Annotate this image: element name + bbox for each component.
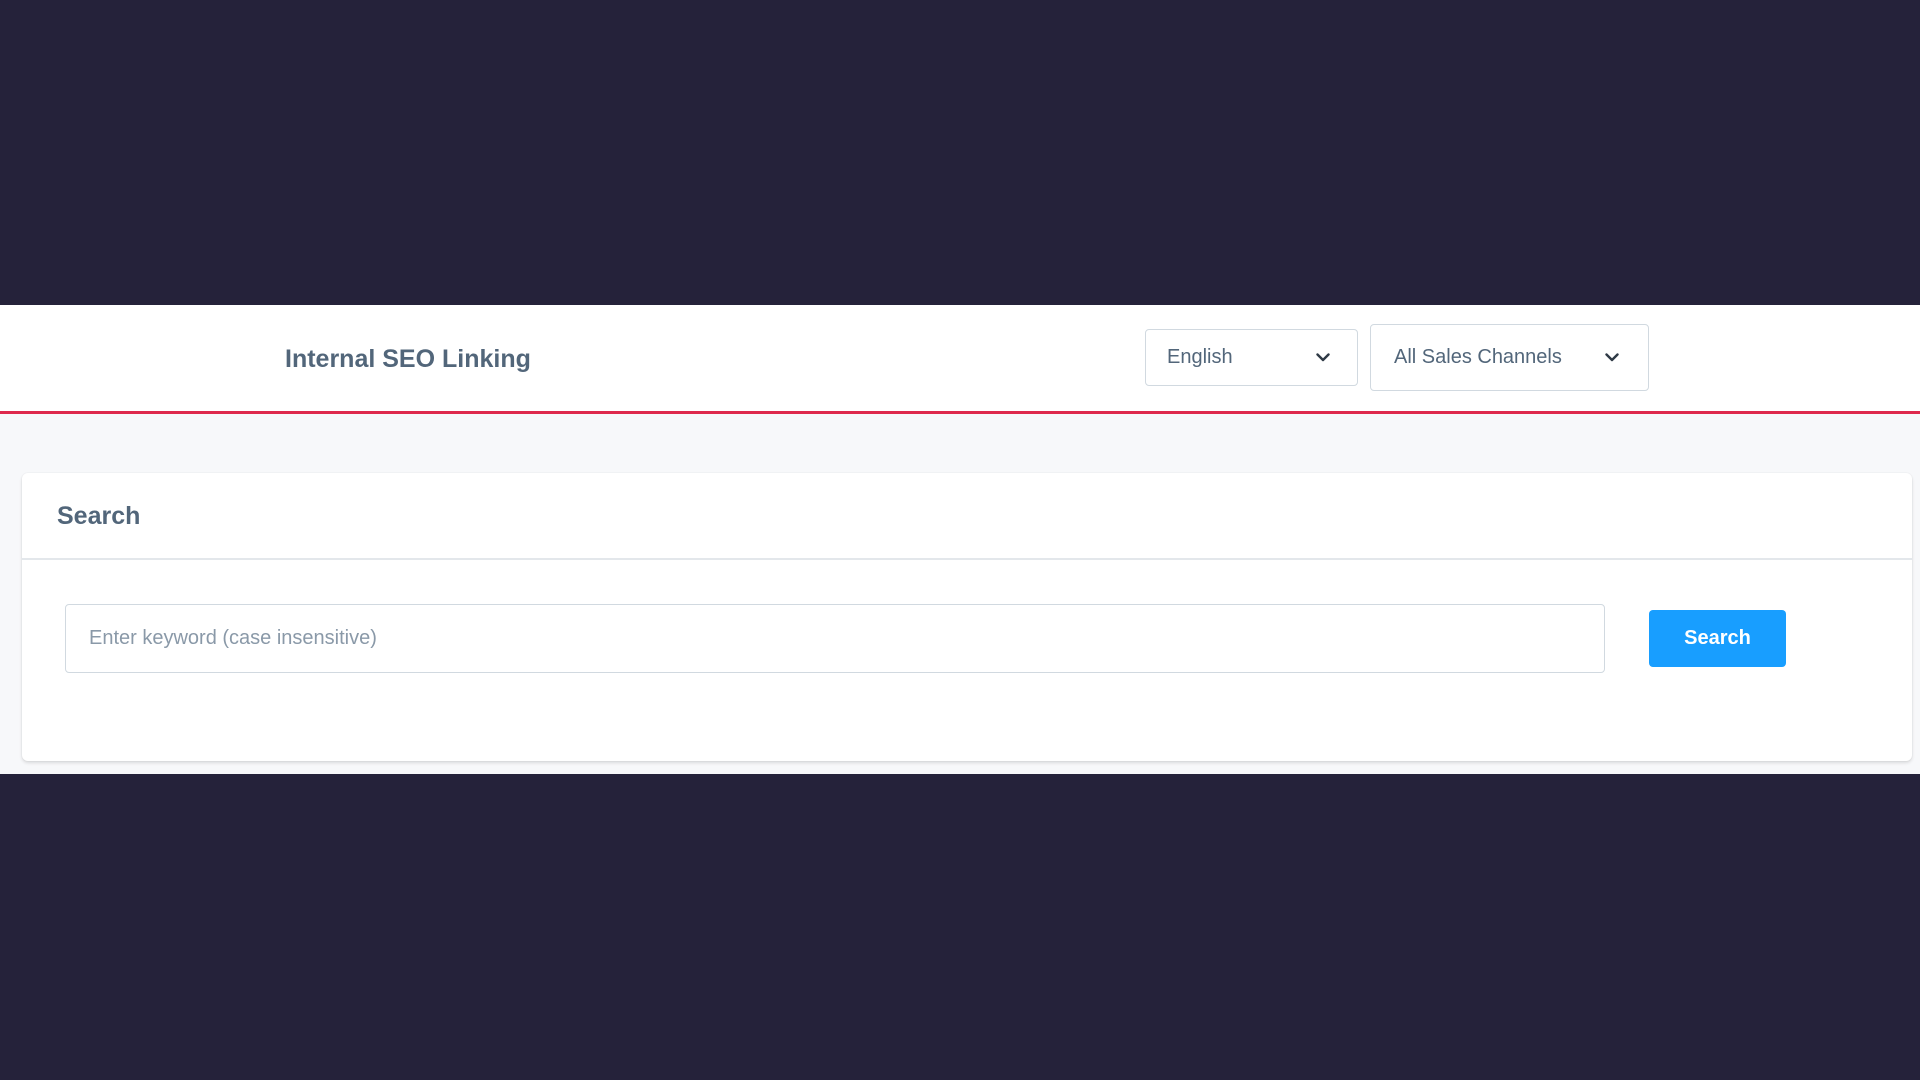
search-card-title: Search xyxy=(57,502,141,530)
search-card: Search Search xyxy=(22,473,1912,761)
page-title: Internal SEO Linking xyxy=(285,345,531,373)
chevron-down-icon xyxy=(1313,348,1333,368)
keyword-search-input[interactable] xyxy=(65,604,1605,673)
chevron-down-icon xyxy=(1602,348,1622,368)
top-bar: Internal SEO Linking English All Sales C… xyxy=(0,305,1920,414)
search-card-header: Search xyxy=(22,473,1912,560)
sales-channel-select-value: All Sales Channels xyxy=(1394,346,1562,368)
app-window: Internal SEO Linking English All Sales C… xyxy=(0,305,1920,774)
language-select[interactable]: English xyxy=(1145,329,1358,386)
sales-channel-select[interactable]: All Sales Channels xyxy=(1370,324,1649,391)
language-select-value: English xyxy=(1167,346,1233,368)
search-button[interactable]: Search xyxy=(1649,610,1786,667)
